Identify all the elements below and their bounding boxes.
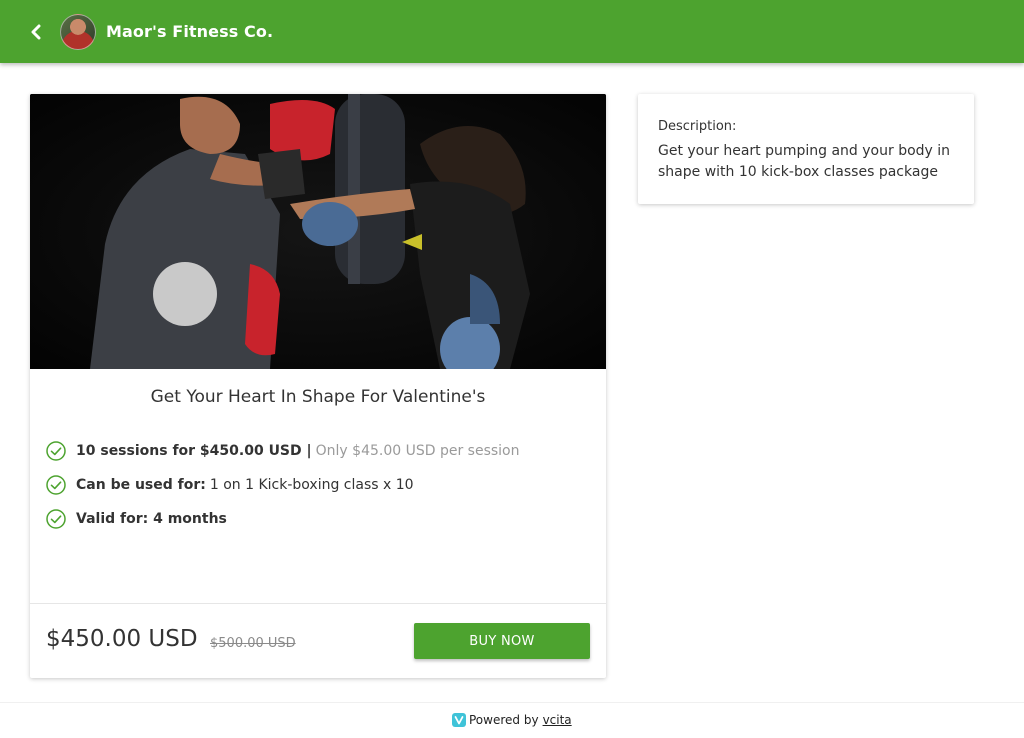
feature-label: Valid for: 4 months xyxy=(76,511,227,527)
check-circle-icon xyxy=(46,475,66,495)
buy-now-button[interactable]: BUY NOW xyxy=(414,623,590,659)
description-card: Description: Get your heart pumping and … xyxy=(638,94,974,204)
avatar xyxy=(60,13,96,50)
check-circle-icon xyxy=(46,441,66,461)
package-title: Get Your Heart In Shape For Valentine's xyxy=(150,387,486,407)
feature-label: 10 sessions for $450.00 USD | xyxy=(76,443,312,459)
card-footer: $450.00 USD $500.00 USD BUY NOW xyxy=(30,603,606,678)
vcita-logo-icon xyxy=(452,713,466,727)
check-circle-icon xyxy=(46,509,66,529)
feature-note: Only $45.00 USD per session xyxy=(315,443,520,459)
description-label: Description: xyxy=(658,119,737,134)
chevron-left-icon xyxy=(31,24,41,39)
powered-by-text: Powered by xyxy=(469,713,539,727)
top-bar: Maor's Fitness Co. xyxy=(0,0,1024,63)
powered-by: Powered by vcita xyxy=(452,713,572,727)
feature-validity: Valid for: 4 months xyxy=(46,502,520,536)
back-button[interactable] xyxy=(24,20,48,44)
original-price: $500.00 USD xyxy=(210,636,296,651)
description-text: Get your heart pumping and your body in … xyxy=(658,143,951,180)
package-card: Get Your Heart In Shape For Valentine's … xyxy=(30,94,606,678)
hero-image xyxy=(30,94,606,369)
feature-value: 1 on 1 Kick-boxing class x 10 xyxy=(209,477,414,493)
feature-list: 10 sessions for $450.00 USD | Only $45.0… xyxy=(46,434,520,536)
feature-label: Can be used for: xyxy=(76,477,206,493)
business-name: Maor's Fitness Co. xyxy=(106,22,274,41)
kickboxing-photo xyxy=(30,94,606,369)
feature-sessions: 10 sessions for $450.00 USD | Only $45.0… xyxy=(46,434,520,468)
price: $450.00 USD xyxy=(46,626,198,652)
vcita-link[interactable]: vcita xyxy=(543,713,572,727)
footer-divider xyxy=(0,702,1024,703)
feature-usage: Can be used for: 1 on 1 Kick-boxing clas… xyxy=(46,468,520,502)
